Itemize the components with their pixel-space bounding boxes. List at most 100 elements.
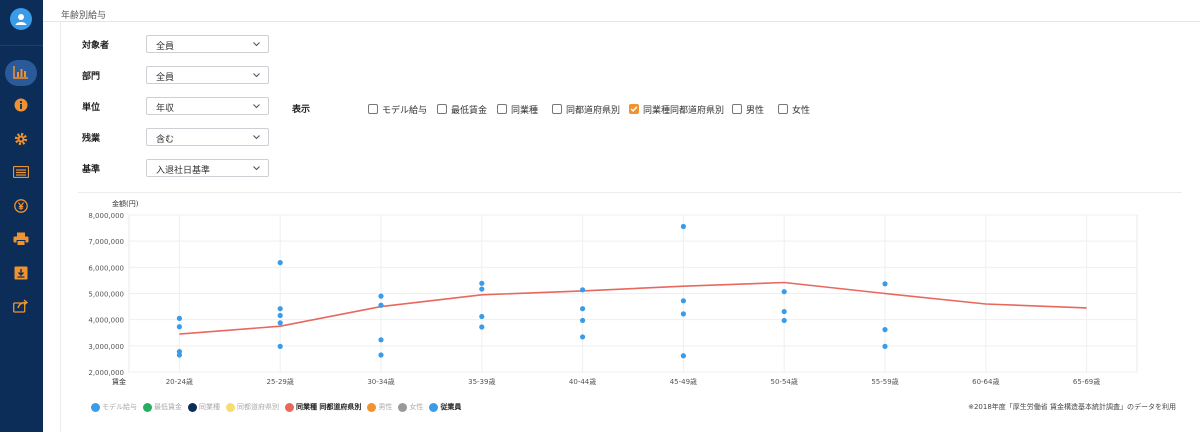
yen-icon	[14, 198, 28, 216]
checkbox-checked-icon[interactable]	[629, 104, 639, 114]
legend-dot-icon	[367, 402, 377, 412]
employee-point	[781, 317, 787, 324]
legend-item[interactable]: 同都道府県別	[226, 402, 279, 412]
legend-dot-icon	[429, 402, 439, 412]
sidebar-item-list[interactable]	[5, 160, 37, 186]
sidebar-item-print[interactable]	[5, 227, 37, 253]
employee-point	[680, 311, 687, 317]
legend-item[interactable]: 従業員	[429, 402, 461, 412]
filter-label-target: 対象者	[82, 41, 110, 51]
display-option-1[interactable]: 最低賃金	[437, 103, 488, 116]
filter-label-department: 部門	[82, 72, 101, 82]
legend-label: 同業種	[199, 403, 220, 411]
employee-point	[680, 353, 687, 359]
checkbox-icon[interactable]	[437, 104, 447, 114]
x-tick-label: 50-54歳	[771, 377, 798, 386]
employee-point	[781, 289, 787, 295]
display-option-6[interactable]: 女性	[778, 103, 811, 116]
employee-point	[882, 281, 888, 287]
chevron-down-icon	[252, 161, 261, 178]
legend-label: 従業員	[440, 403, 462, 411]
overtime-select-value: 含む	[156, 135, 175, 145]
y-tick-label: 4,000,000	[88, 317, 124, 325]
overtime-select[interactable]: 含む	[146, 128, 269, 146]
chevron-down-icon	[252, 130, 261, 147]
x-tick-label: 20-24歳	[166, 377, 193, 386]
x-tick-label: 60-64歳	[972, 377, 999, 386]
gear-icon	[14, 132, 28, 149]
legend-item[interactable]: 最低賃金	[143, 402, 182, 412]
y-tick-label: 6,000,000	[88, 264, 124, 272]
share-icon	[13, 298, 29, 316]
download-icon	[14, 266, 28, 283]
y-axis-label: 金額(円)	[112, 199, 139, 208]
employee-point	[882, 343, 888, 349]
target-select-value: 全員	[156, 42, 175, 52]
sidebar-item-info[interactable]	[5, 93, 37, 119]
legend-dot-icon	[285, 402, 294, 412]
sidebar-item-settings[interactable]	[5, 127, 37, 153]
display-option-0[interactable]: モデル給与	[368, 103, 428, 116]
filter-label-overtime: 残業	[82, 134, 101, 144]
sidebar	[0, 0, 43, 432]
display-option-label: 最低賃金	[451, 105, 488, 116]
checkbox-icon[interactable]	[497, 104, 507, 114]
unit-select[interactable]: 年収	[146, 97, 269, 115]
x-tick-label: 40-44歳	[569, 377, 596, 386]
employee-point	[680, 223, 687, 230]
employee-point	[680, 298, 687, 304]
sidebar-item-share[interactable]	[5, 294, 37, 320]
employee-point	[479, 313, 485, 320]
user-avatar-icon[interactable]	[10, 8, 32, 30]
employee-point	[277, 343, 283, 349]
legend-item[interactable]: 男性	[367, 402, 392, 412]
filter-label-unit: 単位	[82, 103, 101, 113]
display-option-5[interactable]: 男性	[732, 103, 764, 116]
display-option-3[interactable]: 同都道府県別	[552, 103, 621, 116]
employee-point	[479, 324, 485, 330]
info-icon	[14, 98, 28, 115]
sidebar-item-download[interactable]	[5, 261, 37, 287]
chart-legend: モデル給与 最低賃金 同業種 同都道府県別 同業種 同都道府県別 男性 女性 従業員	[91, 401, 467, 413]
chevron-down-icon	[252, 68, 261, 85]
filter-chart-divider	[78, 192, 1182, 193]
employee-point	[580, 334, 586, 340]
legend-item[interactable]: 女性	[398, 402, 423, 412]
employee-point	[580, 287, 586, 293]
x-tick-label: 30-34歳	[367, 377, 394, 386]
display-option-2[interactable]: 同業種	[497, 103, 538, 116]
y-tick-label: 3,000,000	[88, 343, 124, 351]
basis-select[interactable]: 入退社日基準	[146, 159, 269, 177]
employee-point	[580, 317, 586, 324]
unit-select-value: 年収	[156, 104, 175, 114]
target-select[interactable]: 全員	[146, 35, 269, 53]
x-tick-label: 65-69歳	[1073, 377, 1100, 386]
checkbox-icon[interactable]	[368, 104, 378, 114]
employee-point	[277, 320, 283, 326]
list-icon	[12, 165, 30, 181]
sidebar-item-yen[interactable]	[5, 194, 37, 220]
legend-item[interactable]: モデル給与	[91, 402, 137, 412]
employee-point	[378, 293, 384, 299]
legend-dot-icon	[226, 402, 235, 412]
legend-item[interactable]: 同業種	[188, 402, 220, 412]
checkbox-icon[interactable]	[552, 104, 562, 114]
printer-icon	[13, 232, 29, 249]
legend-label: モデル給与	[102, 403, 137, 411]
display-option-4[interactable]: 同業種同都道府県別	[629, 103, 724, 116]
x-tick-label: 55-59歳	[871, 377, 898, 386]
employee-point	[176, 324, 182, 330]
checkbox-icon[interactable]	[778, 104, 788, 114]
display-option-label: モデル給与	[382, 105, 428, 116]
display-option-label: 同都道府県別	[566, 105, 621, 116]
department-select[interactable]: 全員	[146, 66, 269, 84]
page-title: 年齢別給与	[61, 11, 107, 21]
sidebar-item-chart[interactable]	[5, 60, 37, 86]
bar-chart-icon	[13, 65, 29, 82]
legend-item[interactable]: 同業種 同都道府県別	[285, 402, 361, 412]
x-tick-label: 35-39歳	[468, 377, 495, 386]
checkbox-icon[interactable]	[732, 104, 742, 114]
header-divider	[43, 21, 1200, 22]
x-axis-label: 賃金	[112, 377, 126, 386]
display-option-label: 女性	[792, 105, 811, 116]
